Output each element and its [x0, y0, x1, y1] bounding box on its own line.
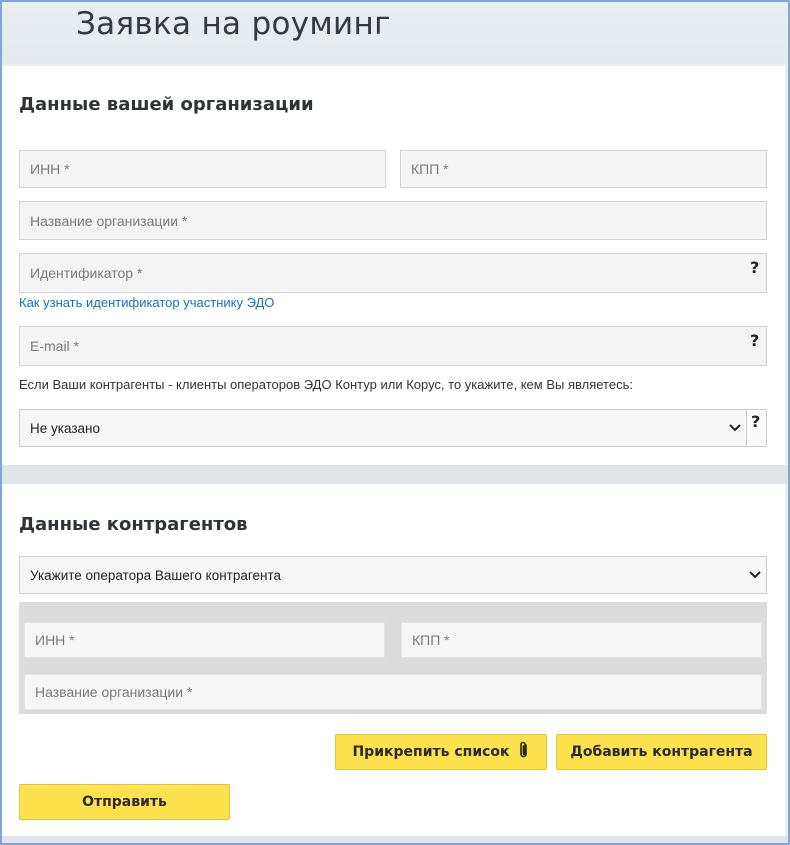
- kpp-field[interactable]: КПП *: [400, 150, 767, 188]
- kpp-placeholder: КПП *: [411, 161, 449, 177]
- submit-button[interactable]: Отправить: [19, 784, 230, 820]
- card-bottom-edge: [2, 836, 788, 843]
- inn-placeholder: ИНН *: [30, 161, 70, 177]
- org-section-title: Данные вашей организации: [19, 94, 314, 115]
- identifier-field[interactable]: Идентификатор *: [19, 253, 767, 293]
- email-placeholder: E-mail *: [30, 338, 80, 354]
- contractor-inn-placeholder: ИНН *: [35, 632, 75, 648]
- paperclip-icon: [518, 741, 530, 763]
- org-name-placeholder: Название организации *: [30, 212, 188, 229]
- email-field[interactable]: E-mail *: [19, 326, 767, 366]
- chevron-down-icon: [744, 571, 766, 579]
- role-help-icon[interactable]: ?: [751, 412, 760, 431]
- contractor-name-placeholder: Название организации *: [35, 684, 193, 700]
- contractor-kpp-field[interactable]: КПП *: [401, 622, 762, 658]
- page-header: Заявка на роуминг: [2, 2, 788, 64]
- page-title: Заявка на роуминг: [76, 6, 391, 42]
- org-name-field[interactable]: Название организации *: [19, 201, 767, 240]
- add-contractor-label: Добавить контрагента: [570, 744, 753, 760]
- contractor-inn-field[interactable]: ИНН *: [24, 622, 385, 658]
- operator-select[interactable]: Укажите оператора Вашего контрагента: [19, 556, 767, 594]
- identifier-help-icon[interactable]: ?: [750, 258, 759, 277]
- contractor-kpp-placeholder: КПП *: [412, 632, 450, 648]
- attach-list-button[interactable]: Прикрепить список: [335, 734, 547, 770]
- attach-list-label: Прикрепить список: [352, 744, 510, 760]
- role-select-value: Не указано: [30, 420, 100, 436]
- contractor-section-title: Данные контрагентов: [19, 514, 248, 535]
- submit-label: Отправить: [82, 794, 167, 810]
- operator-note: Если Ваши контрагенты - клиенты оператор…: [19, 377, 633, 392]
- operator-select-value: Укажите оператора Вашего контрагента: [30, 567, 281, 583]
- email-help-icon[interactable]: ?: [750, 331, 759, 350]
- identifier-help-link[interactable]: Как узнать идентификатор участнику ЭДО: [19, 295, 274, 310]
- card-separator: [2, 465, 788, 484]
- contractor-name-field[interactable]: Название организации *: [24, 674, 762, 710]
- chevron-down-icon: [724, 424, 746, 432]
- inn-field[interactable]: ИНН *: [19, 150, 386, 188]
- identifier-placeholder: Идентификатор *: [30, 265, 143, 281]
- role-select[interactable]: Не указано: [19, 409, 747, 447]
- add-contractor-button[interactable]: Добавить контрагента: [556, 734, 767, 770]
